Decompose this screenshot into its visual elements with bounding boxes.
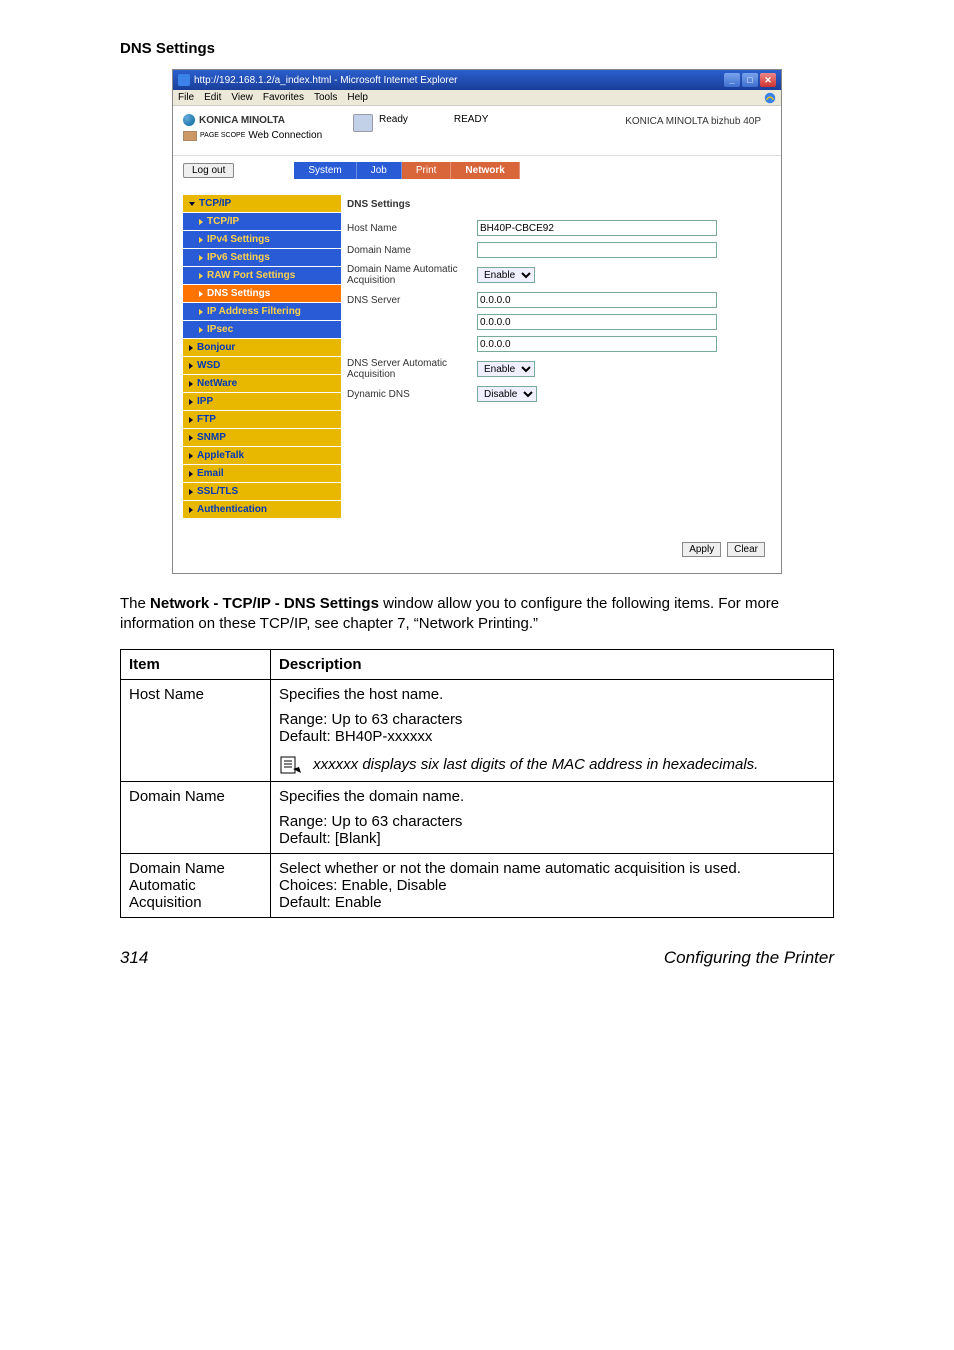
header-band: KONICA MINOLTA PAGE SCOPE Web Connection… [173, 106, 781, 156]
sidebar-group-netware[interactable]: NetWare [183, 375, 341, 392]
menu-edit[interactable]: Edit [204, 92, 221, 103]
sidebar-item-raw[interactable]: RAW Port Settings [183, 267, 341, 284]
page-scope-label: Web Connection [248, 130, 322, 141]
sidebar-group-email[interactable]: Email [183, 465, 341, 482]
td-desc-0: Specifies the host name. Range: Up to 63… [271, 679, 834, 781]
td-desc-2: Select whether or not the domain name au… [271, 853, 834, 917]
brand-logo: KONICA MINOLTA [183, 114, 353, 126]
tab-network[interactable]: Network [451, 162, 519, 179]
body-paragraph: The Network - TCP/IP - DNS Settings wind… [120, 594, 834, 635]
footer-title: Configuring the Printer [664, 948, 834, 968]
menu-tools[interactable]: Tools [314, 92, 337, 103]
td-item-1: Domain Name [121, 781, 271, 853]
tab-system[interactable]: System [294, 162, 356, 179]
menubar: File Edit View Favorites Tools Help [173, 90, 781, 106]
input-host-name[interactable] [477, 220, 717, 236]
logout-button[interactable]: Log out [183, 163, 234, 178]
clear-button[interactable]: Clear [727, 542, 765, 557]
select-dns-auto[interactable]: Enable [477, 361, 535, 377]
sidebar-group-ipp[interactable]: IPP [183, 393, 341, 410]
sidebar-item-tcpip[interactable]: TCP/IP [183, 213, 341, 230]
tab-job[interactable]: Job [357, 162, 402, 179]
label-dns-auto: DNS Server Automatic Acquisition [347, 358, 477, 380]
sidebar-group-snmp[interactable]: SNMP [183, 429, 341, 446]
window-buttons: _ □ ✕ [724, 73, 776, 87]
td-desc-1: Specifies the domain name. Range: Up to … [271, 781, 834, 853]
select-domain-auto[interactable]: Enable [477, 267, 535, 283]
page-number: 314 [120, 948, 148, 968]
ie-logo-icon [763, 91, 777, 105]
select-dynamic-dns[interactable]: Disable [477, 386, 537, 402]
sidebar-group-appletalk[interactable]: AppleTalk [183, 447, 341, 464]
page-footer: 314 Configuring the Printer [120, 948, 834, 968]
menu-help[interactable]: Help [347, 92, 368, 103]
device-name: KONICA MINOLTA bizhub 40P [625, 116, 761, 127]
label-dynamic-dns: Dynamic DNS [347, 389, 477, 400]
note-icon [279, 755, 305, 775]
label-domain-name: Domain Name [347, 245, 477, 256]
maximize-button[interactable]: □ [742, 73, 758, 87]
footer-buttons: Apply Clear [173, 529, 781, 573]
sidebar-group-wsd[interactable]: WSD [183, 357, 341, 374]
td-item-0: Host Name [121, 679, 271, 781]
sidebar-group-ftp[interactable]: FTP [183, 411, 341, 428]
content-title: DNS Settings [347, 195, 771, 220]
menu-favorites[interactable]: Favorites [263, 92, 304, 103]
td-item-2: Domain Name Automatic Acquisition [121, 853, 271, 917]
sidebar-group-auth[interactable]: Authentication [183, 501, 341, 518]
page-scope-prefix: PAGE SCOPE [200, 132, 245, 139]
screenshot-window: http://192.168.1.2/a_index.html - Micros… [172, 69, 782, 574]
sidebar: TCP/IP TCP/IP IPv4 Settings IPv6 Setting… [183, 195, 341, 519]
window-title: http://192.168.1.2/a_index.html - Micros… [194, 75, 457, 86]
close-button[interactable]: ✕ [760, 73, 776, 87]
brand-name: KONICA MINOLTA [199, 115, 285, 126]
sidebar-item-ipv6[interactable]: IPv6 Settings [183, 249, 341, 266]
minimize-button[interactable]: _ [724, 73, 740, 87]
menu-view[interactable]: View [231, 92, 253, 103]
tab-print[interactable]: Print [402, 162, 452, 179]
sidebar-item-ipfilter[interactable]: IP Address Filtering [183, 303, 341, 320]
input-dns-server-3[interactable] [477, 336, 717, 352]
page-scope: PAGE SCOPE Web Connection [183, 130, 353, 141]
sidebar-group-ssltls[interactable]: SSL/TLS [183, 483, 341, 500]
input-dns-server-1[interactable] [477, 292, 717, 308]
sidebar-group-tcpip[interactable]: TCP/IP [183, 195, 341, 212]
content-panel: DNS Settings Host Name Domain Name Domai… [347, 195, 771, 519]
brand-circle-icon [183, 114, 195, 126]
logout-row: Log out System Job Print Network [173, 156, 781, 189]
ie-icon [178, 74, 190, 86]
th-desc: Description [271, 649, 834, 679]
menu-file[interactable]: File [178, 92, 194, 103]
sidebar-group-bonjour[interactable]: Bonjour [183, 339, 341, 356]
sidebar-item-dns[interactable]: DNS Settings [183, 285, 341, 302]
label-dns-server: DNS Server [347, 295, 477, 306]
input-dns-server-2[interactable] [477, 314, 717, 330]
main-area: TCP/IP TCP/IP IPv4 Settings IPv6 Setting… [173, 189, 781, 529]
section-heading: DNS Settings [120, 40, 834, 57]
sidebar-item-ipsec[interactable]: IPsec [183, 321, 341, 338]
status-ready: READY [454, 114, 488, 125]
page-scope-icon [183, 131, 197, 141]
info-table: Item Description Host Name Specifies the… [120, 649, 834, 918]
label-domain-auto: Domain Name Automatic Acquisition [347, 264, 477, 286]
input-domain-name[interactable] [477, 242, 717, 258]
printer-icon [353, 114, 373, 132]
tabs: System Job Print Network [294, 162, 519, 179]
th-item: Item [121, 649, 271, 679]
note-text: xxxxxx displays six last digits of the M… [313, 755, 758, 772]
sidebar-item-ipv4[interactable]: IPv4 Settings [183, 231, 341, 248]
label-host-name: Host Name [347, 223, 477, 234]
titlebar: http://192.168.1.2/a_index.html - Micros… [173, 70, 781, 90]
status-ready-label: Ready [379, 114, 408, 125]
apply-button[interactable]: Apply [682, 542, 721, 557]
